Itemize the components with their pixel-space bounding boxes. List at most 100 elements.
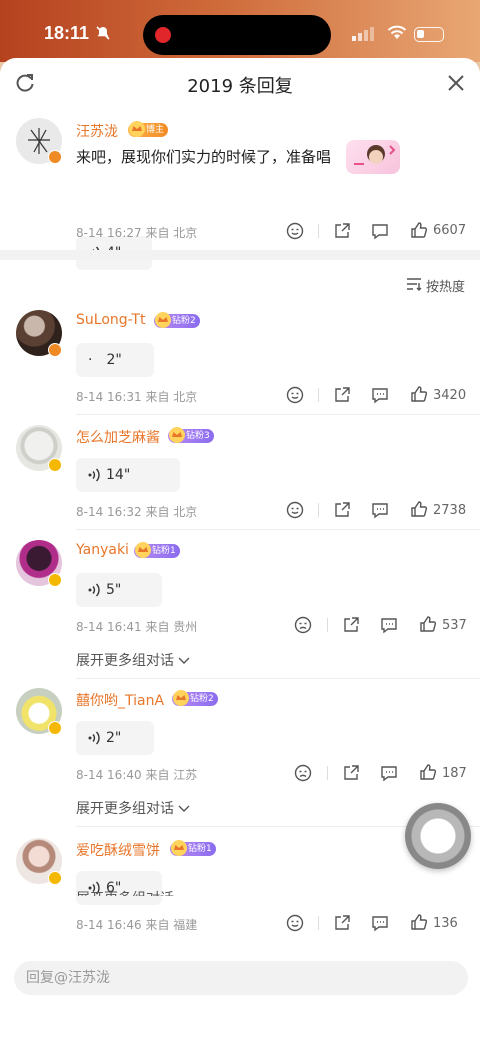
comment-meta: 8-14 16:32 来自 北京 — [76, 505, 198, 519]
chevron-down-icon — [178, 805, 190, 812]
fan-level-badge: 钻粉3 — [168, 427, 214, 443]
verified-badge — [48, 343, 62, 357]
emoji-icon[interactable] — [286, 386, 304, 408]
list-item: SuLong-Tt 钻粉2 · 2" 8-14 16:31 来自 北京 3420 — [0, 310, 480, 420]
mute-bell-icon — [96, 26, 110, 40]
like-count: 3420 — [433, 388, 467, 403]
comment-meta: 8-14 16:41 来自 贵州 — [76, 620, 198, 634]
page-title: 2019 条回复 — [187, 76, 293, 97]
close-icon[interactable] — [446, 73, 466, 93]
voice-message[interactable]: 14" — [76, 458, 180, 492]
vertical-divider — [327, 766, 328, 780]
list-item: 怎么加芝麻酱 钻粉3 14" 8-14 16:32 来自 北京 2738 — [0, 425, 480, 535]
like-count: 136 — [433, 916, 458, 931]
username[interactable]: Yanyaki — [76, 542, 129, 558]
sort-by-hot[interactable]: 按热度 — [426, 276, 465, 295]
list-item: 囍你哟_TianA 钻粉2 2" 8-14 16:40 来自 江苏 187 展开更多组对话 — [0, 688, 480, 817]
fan-level-badge: 钻粉2 — [172, 690, 218, 706]
voice-message[interactable]: · 2" — [76, 343, 154, 377]
share-icon[interactable] — [333, 914, 351, 936]
vertical-divider — [318, 388, 319, 402]
username[interactable]: 爱吃酥绒雪饼 — [76, 840, 160, 860]
sort-icon[interactable] — [406, 277, 422, 291]
emoji-icon[interactable] — [294, 616, 312, 638]
wifi-icon — [387, 25, 407, 39]
divider — [76, 529, 480, 530]
chevron-down-icon — [178, 657, 190, 664]
vertical-divider — [318, 916, 319, 930]
expand-more-link[interactable]: 展开更多组对话 — [76, 650, 190, 670]
status-time: 18:11 — [44, 23, 90, 43]
like-count: 6607 — [433, 223, 467, 238]
signal-icon — [352, 27, 374, 41]
vertical-divider — [318, 503, 319, 517]
comment-icon[interactable] — [371, 223, 389, 240]
comment-meta: 8-14 16:46 来自 福建 — [76, 918, 198, 932]
voice-message[interactable]: 5" — [76, 573, 162, 607]
status-bar: 18:11 — [0, 0, 480, 62]
verified-badge — [48, 150, 62, 164]
share-icon[interactable] — [342, 616, 360, 638]
divider — [76, 678, 480, 679]
voice-message[interactable]: 2" — [76, 721, 154, 755]
username[interactable]: SuLong-Tt — [76, 312, 145, 328]
comment-icon[interactable] — [380, 617, 398, 638]
list-item: Yanyaki 钻粉1 5" 8-14 16:41 来自 贵州 537 展开更多组对话 — [0, 540, 480, 669]
emoji-icon[interactable] — [286, 222, 304, 240]
emoji-icon[interactable] — [294, 764, 312, 786]
share-icon[interactable] — [333, 386, 351, 408]
blogger-badge: 博主 — [128, 121, 169, 137]
voice-dot-icon: · — [88, 352, 93, 368]
share-icon[interactable] — [333, 501, 351, 523]
verified-badge — [48, 871, 62, 885]
voice-wave-icon — [88, 468, 100, 482]
battery-icon — [414, 27, 444, 42]
voice-wave-icon — [88, 731, 100, 745]
verified-badge — [48, 458, 62, 472]
emoji-icon[interactable] — [286, 501, 304, 523]
expand-more-link[interactable]: 展开更多组对话 — [76, 798, 190, 818]
section-separator — [0, 250, 480, 260]
username[interactable]: 怎么加芝麻酱 — [76, 427, 160, 447]
vertical-divider — [327, 618, 328, 632]
comment-icon[interactable] — [371, 502, 389, 523]
like-icon[interactable] — [419, 763, 437, 785]
voice-wave-icon — [88, 583, 100, 597]
comment-text: 来吧，展现你们实力的时候了，准备唱 — [76, 148, 332, 166]
like-icon[interactable] — [419, 615, 437, 637]
partial-expand-text: 展开更多组对话 — [76, 888, 174, 896]
like-icon[interactable] — [410, 913, 428, 935]
comment-icon[interactable] — [371, 915, 389, 936]
fan-level-badge: 钻粉1 — [170, 840, 216, 856]
like-count: 537 — [442, 618, 467, 633]
comment-icon[interactable] — [371, 387, 389, 408]
verified-badge — [48, 573, 62, 587]
share-icon[interactable] — [333, 222, 351, 240]
fan-level-badge: 钻粉2 — [154, 312, 200, 328]
like-icon[interactable] — [410, 221, 428, 239]
username[interactable]: 囍你哟_TianA — [76, 690, 164, 710]
like-count: 187 — [442, 766, 467, 781]
dynamic-island — [143, 15, 331, 55]
sheet-header: 2019 条回复 — [0, 58, 480, 108]
like-icon[interactable] — [410, 385, 428, 407]
vertical-divider — [318, 224, 319, 238]
recording-dot — [155, 27, 171, 43]
fan-level-badge: 钻粉1 — [134, 542, 180, 558]
reply-input[interactable]: 回复@汪苏泷 — [14, 961, 468, 995]
comment-meta: 8-14 16:27 来自 北京 — [76, 226, 198, 240]
emoji-icon[interactable] — [286, 914, 304, 936]
reply-bar: 回复@汪苏泷 — [0, 948, 480, 1038]
sticker — [346, 140, 400, 174]
share-icon[interactable] — [342, 764, 360, 786]
comment-meta: 8-14 16:31 来自 北京 — [76, 390, 198, 404]
username[interactable]: 汪苏泷 — [76, 121, 118, 141]
pinned-comment: 汪苏泷 博主 来吧，展现你们实力的时候了，准备唱 4" — [0, 116, 480, 270]
divider — [76, 414, 480, 415]
like-count: 2738 — [433, 503, 467, 518]
list-item: 爱吃酥绒雪饼 钻粉1 6" 8-14 16:46 来自 福建 136 — [0, 838, 480, 948]
verified-badge — [48, 721, 62, 735]
like-icon[interactable] — [410, 500, 428, 522]
comment-icon[interactable] — [380, 765, 398, 786]
floating-assistive-button[interactable] — [405, 803, 471, 869]
